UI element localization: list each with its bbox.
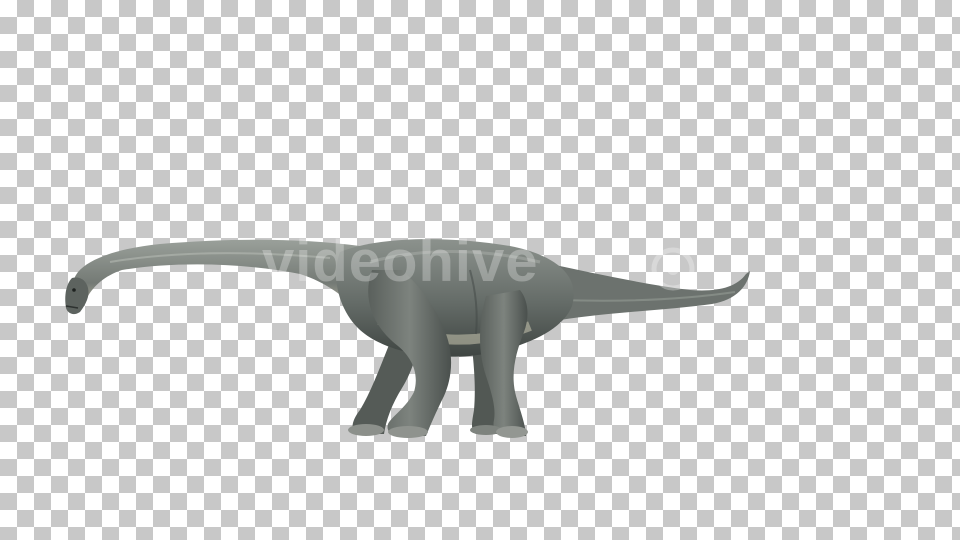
sauropod-dinosaur-image bbox=[65, 239, 750, 438]
neck bbox=[71, 239, 361, 312]
transparency-canvas: videohive bbox=[0, 0, 960, 540]
head bbox=[65, 277, 89, 315]
